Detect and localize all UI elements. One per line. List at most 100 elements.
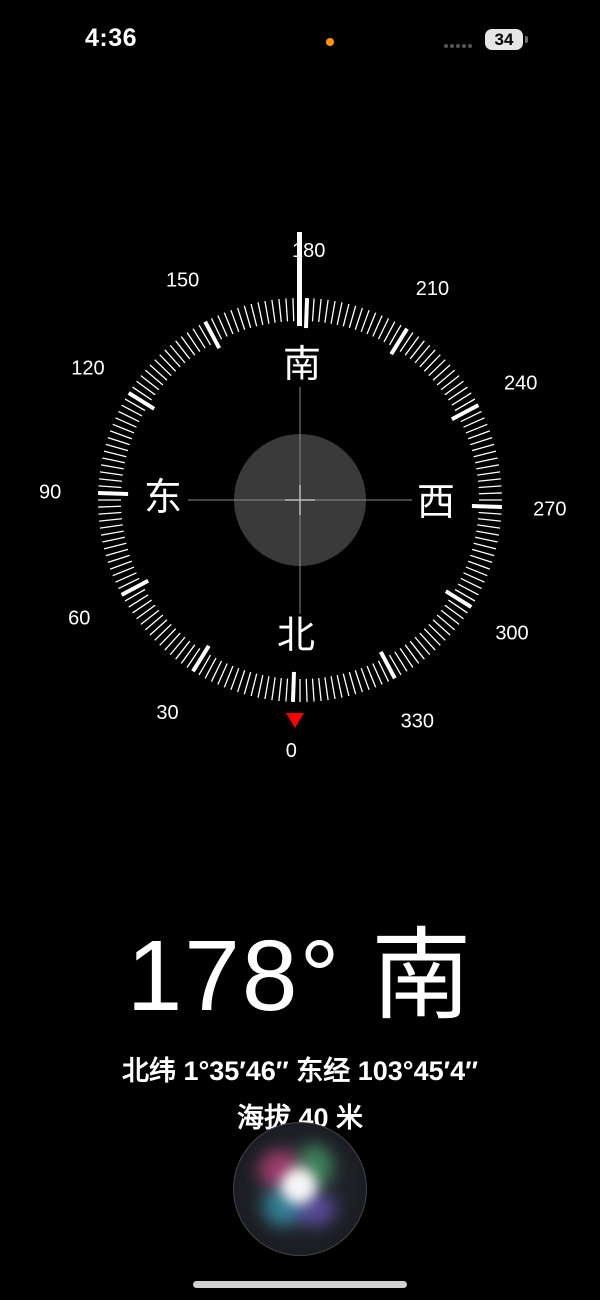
minor-tick bbox=[136, 604, 156, 620]
compass-dial[interactable]: 0 30 60 90 120 150 180 210 240 270 300 330 南 东 西 北 bbox=[0, 0, 600, 800]
minor-tick bbox=[324, 299, 329, 323]
minor-tick bbox=[159, 628, 177, 646]
minor-tick bbox=[474, 536, 498, 543]
minor-tick bbox=[354, 307, 364, 330]
minor-tick bbox=[360, 667, 370, 691]
minor-tick bbox=[99, 478, 123, 482]
minor-tick bbox=[149, 364, 168, 381]
minor-tick bbox=[285, 678, 289, 702]
minor-tick bbox=[440, 375, 460, 391]
minor-tick bbox=[342, 673, 350, 697]
minor-tick bbox=[264, 676, 270, 700]
minor-tick bbox=[318, 677, 322, 701]
minor-tick bbox=[154, 623, 172, 641]
minor-tick bbox=[360, 309, 370, 333]
minor-tick bbox=[175, 640, 191, 660]
degree-label-60: 60 bbox=[68, 607, 90, 629]
minor-tick bbox=[98, 485, 122, 489]
minor-tick bbox=[107, 554, 130, 564]
minor-tick bbox=[477, 524, 501, 529]
north-marker-icon bbox=[286, 713, 304, 728]
minor-tick bbox=[100, 464, 124, 470]
degree-label-300: 300 bbox=[495, 622, 528, 644]
major-tick bbox=[290, 671, 296, 702]
minor-tick bbox=[223, 312, 234, 335]
minor-tick bbox=[476, 464, 500, 470]
minor-tick bbox=[257, 674, 264, 698]
minor-tick bbox=[144, 614, 164, 631]
minor-tick bbox=[465, 423, 488, 434]
minor-tick bbox=[180, 644, 196, 664]
minor-tick bbox=[112, 566, 135, 577]
minor-tick bbox=[471, 443, 495, 452]
cardinal-west: 西 bbox=[417, 480, 455, 524]
minor-tick bbox=[103, 450, 127, 458]
minor-tick bbox=[271, 677, 276, 701]
minor-tick bbox=[105, 548, 129, 557]
minor-tick bbox=[399, 648, 414, 668]
minor-tick bbox=[169, 636, 186, 656]
minor-tick bbox=[169, 344, 186, 364]
minor-tick bbox=[132, 599, 152, 614]
minor-tick bbox=[250, 303, 258, 327]
minor-tick bbox=[336, 302, 343, 326]
minor-tick bbox=[478, 485, 502, 489]
minor-tick bbox=[419, 632, 436, 651]
minor-tick bbox=[324, 677, 329, 701]
minor-tick bbox=[366, 312, 377, 335]
major-tick bbox=[471, 504, 502, 510]
minor-tick bbox=[230, 667, 240, 691]
minor-tick bbox=[470, 436, 493, 446]
degree-label-240: 240 bbox=[504, 373, 537, 395]
siri-orb-icon[interactable] bbox=[233, 1122, 367, 1256]
minor-tick bbox=[99, 471, 123, 476]
minor-tick bbox=[180, 336, 196, 356]
minor-tick bbox=[311, 678, 315, 702]
minor-tick bbox=[471, 548, 495, 557]
minor-tick bbox=[175, 340, 191, 360]
minor-tick bbox=[278, 299, 282, 323]
minor-tick bbox=[140, 375, 160, 391]
degree-label-270: 270 bbox=[533, 499, 566, 521]
major-tick bbox=[444, 589, 473, 609]
minor-tick bbox=[311, 298, 315, 322]
cardinal-north: 北 bbox=[277, 613, 315, 657]
minor-tick bbox=[99, 518, 123, 522]
minor-tick bbox=[105, 443, 129, 452]
minor-tick bbox=[477, 478, 501, 482]
minor-tick bbox=[164, 349, 181, 368]
minor-tick bbox=[330, 300, 336, 324]
minor-tick bbox=[230, 309, 240, 333]
degree-label-150: 150 bbox=[166, 269, 199, 291]
minor-tick bbox=[186, 332, 201, 352]
minor-tick bbox=[318, 299, 322, 323]
minor-tick bbox=[414, 344, 431, 364]
minor-tick bbox=[107, 436, 130, 446]
minor-tick bbox=[404, 644, 420, 664]
degree-label-330: 330 bbox=[401, 711, 434, 733]
minor-tick bbox=[476, 530, 500, 536]
minor-tick bbox=[409, 640, 425, 660]
minor-tick bbox=[257, 302, 264, 326]
minor-tick bbox=[98, 511, 122, 515]
major-tick bbox=[450, 403, 480, 422]
minor-tick bbox=[477, 471, 501, 476]
minor-tick bbox=[149, 619, 168, 636]
minor-tick bbox=[470, 554, 493, 564]
minor-tick bbox=[477, 518, 501, 522]
coordinates-text[interactable]: 北纬 1°35′46″ 东经 103°45′4″ bbox=[0, 1053, 600, 1089]
minor-tick bbox=[419, 349, 436, 368]
cardinal-south: 南 bbox=[283, 342, 321, 386]
minor-tick bbox=[428, 359, 446, 377]
minor-tick bbox=[448, 386, 468, 401]
home-indicator[interactable] bbox=[193, 1281, 407, 1288]
cardinal-east: 东 bbox=[144, 475, 182, 519]
minor-tick bbox=[478, 492, 502, 495]
minor-tick bbox=[243, 671, 252, 695]
minor-tick bbox=[444, 380, 464, 396]
degree-label-30: 30 bbox=[156, 702, 178, 724]
minor-tick bbox=[440, 609, 460, 625]
degree-label-90: 90 bbox=[39, 481, 61, 503]
siri-glow-core bbox=[281, 1168, 317, 1204]
minor-tick bbox=[154, 359, 172, 377]
